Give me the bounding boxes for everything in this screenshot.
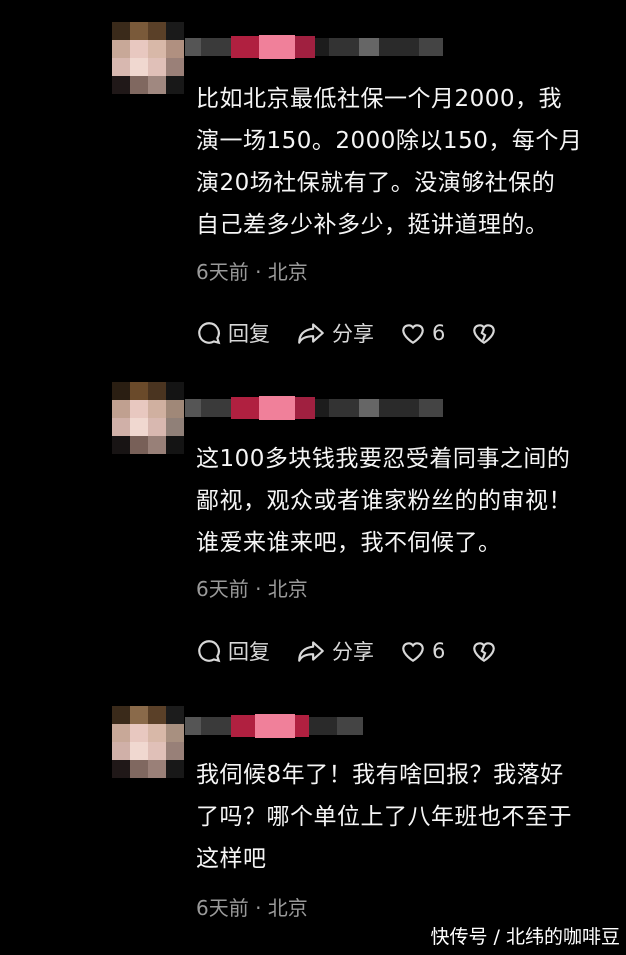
avatar[interactable] bbox=[112, 706, 184, 778]
comment-actions: 回复 分享 6 bbox=[196, 316, 529, 350]
comment-meta: 6天前 · 北京 bbox=[196, 260, 308, 284]
share-label: 分享 bbox=[332, 322, 374, 346]
reply-button[interactable]: 回复 bbox=[196, 636, 270, 666]
comment-text: 比如北京最低社保一个月2000，我 演一场150。2000除以150，每个月 演… bbox=[196, 86, 583, 238]
comment-meta: 6天前 · 北京 bbox=[196, 896, 308, 920]
comment-text: 我伺候8年了！我有啥回报？我落好 了吗？哪个单位上了八年班也不至于 这样吧 bbox=[196, 762, 572, 872]
share-button[interactable]: 分享 bbox=[296, 636, 374, 666]
comment-bubble-icon bbox=[198, 640, 221, 663]
heart-icon bbox=[402, 324, 424, 345]
comment-text: 这100多块钱我要忍受着同事之间的 鄙视，观众或者谁家粉丝的的审视！ 谁爱来谁来… bbox=[196, 446, 572, 556]
comment-meta: 6天前 · 北京 bbox=[196, 577, 308, 601]
dislike-button[interactable] bbox=[471, 321, 503, 345]
like-count: 6 bbox=[432, 321, 446, 345]
username-blurred[interactable] bbox=[185, 390, 443, 426]
like-button[interactable]: 6 bbox=[400, 321, 445, 345]
reply-label: 回复 bbox=[228, 322, 270, 346]
watermark: 快传号 / 北纬的咖啡豆 bbox=[430, 926, 620, 948]
comment-bubble-icon bbox=[198, 322, 221, 345]
share-label: 分享 bbox=[332, 640, 374, 664]
username-blurred[interactable] bbox=[185, 708, 363, 744]
broken-heart-icon bbox=[473, 324, 496, 345]
share-icon bbox=[298, 323, 324, 344]
heart-icon bbox=[402, 642, 424, 663]
avatar[interactable] bbox=[112, 22, 184, 94]
broken-heart-icon bbox=[473, 642, 496, 663]
avatar[interactable] bbox=[112, 382, 184, 454]
like-count: 6 bbox=[432, 639, 446, 663]
share-icon bbox=[298, 641, 324, 662]
reply-button[interactable]: 回复 bbox=[196, 318, 270, 348]
username-blurred[interactable] bbox=[185, 29, 443, 65]
comment-actions: 回复 分享 6 bbox=[196, 634, 529, 668]
reply-label: 回复 bbox=[228, 640, 270, 664]
share-button[interactable]: 分享 bbox=[296, 318, 374, 348]
dislike-button[interactable] bbox=[471, 639, 503, 663]
like-button[interactable]: 6 bbox=[400, 639, 445, 663]
